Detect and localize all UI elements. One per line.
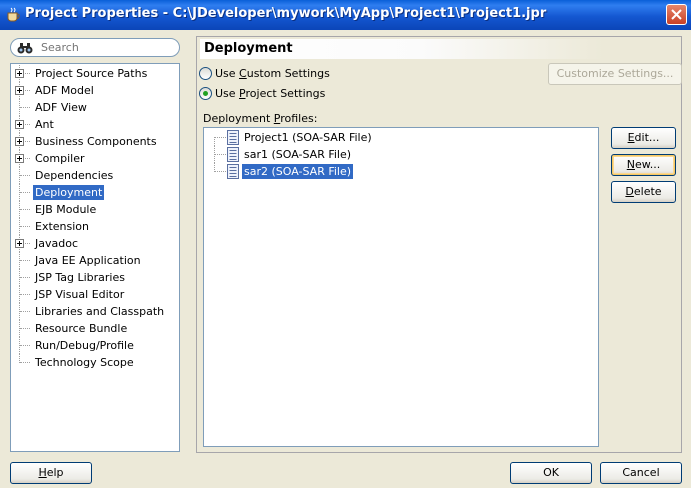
tree-connector <box>20 107 30 108</box>
deployment-profile-icon <box>227 130 239 145</box>
tree-connector <box>20 294 30 295</box>
deployment-profile-icon <box>227 147 239 162</box>
tree-item-technology-scope[interactable]: Technology Scope <box>11 354 179 371</box>
tree-item-label: Java EE Application <box>35 254 141 267</box>
expand-plus-icon[interactable] <box>15 69 24 78</box>
tree-item-ejb-module[interactable]: EJB Module <box>11 201 179 218</box>
window-title: Project Properties - C:\JDeveloper\mywor… <box>25 6 547 21</box>
deployment-profiles-list[interactable]: Project1 (SOA-SAR File) sar1 (SOA-SAR Fil… <box>203 127 599 447</box>
tree-item-jsp-visual-editor[interactable]: JSP Visual Editor <box>11 286 179 303</box>
tree-item-java-ee-application[interactable]: Java EE Application <box>11 252 179 269</box>
tree-connector <box>20 175 30 176</box>
deployment-profiles-label: Deployment Profiles: <box>203 112 318 125</box>
deployment-settings-panel: Deployment Use Custom Settings Use Proje… <box>196 36 682 453</box>
tree-item-resource-bundle[interactable]: Resource Bundle <box>11 320 179 337</box>
profile-item[interactable]: Project1 (SOA-SAR File) <box>204 129 504 146</box>
profile-label: Project1 (SOA-SAR File) <box>244 131 372 144</box>
tree-item-libraries-and-classpath[interactable]: Libraries and Classpath <box>11 303 179 320</box>
jdeveloper-app-icon <box>7 7 20 22</box>
tree-item-label: ADF Model <box>35 84 94 97</box>
tree-item-label: Resource Bundle <box>35 322 128 335</box>
tree-connector <box>20 209 30 210</box>
use-project-settings-radio[interactable]: Use Project Settings <box>199 86 399 102</box>
tree-item-ant[interactable]: Ant <box>11 116 179 133</box>
tree-item-label: Dependencies <box>35 169 114 182</box>
profile-label: sar1 (SOA-SAR File) <box>244 148 352 161</box>
tree-item-label: Libraries and Classpath <box>35 305 165 318</box>
tree-item-jsp-tag-libraries[interactable]: JSP Tag Libraries <box>11 269 179 286</box>
use-custom-settings-radio[interactable]: Use Custom Settings <box>199 66 399 82</box>
delete-profile-button[interactable]: Delete <box>611 181 676 203</box>
settings-category-tree[interactable]: Project Source Paths ADF Model ADF View Ant… <box>10 63 180 452</box>
profile-label: sar2 (SOA-SAR File) <box>242 164 354 179</box>
section-header: Deployment <box>200 39 604 59</box>
tree-item-javadoc[interactable]: Javadoc <box>11 235 179 252</box>
tree-item-compiler[interactable]: Compiler <box>11 150 179 167</box>
customize-settings-button[interactable]: Customize Settings... <box>548 63 682 85</box>
radio-button[interactable] <box>199 87 212 100</box>
expand-plus-icon[interactable] <box>15 86 24 95</box>
profile-item[interactable]: sar2 (SOA-SAR File) <box>204 163 504 180</box>
tree-connector <box>20 192 30 193</box>
tree-connector <box>215 137 226 138</box>
tree-item-label: JSP Tag Libraries <box>35 271 125 284</box>
tree-item-label: ADF View <box>35 101 87 114</box>
tree-item-adf-model[interactable]: ADF Model <box>11 82 179 99</box>
title-bar[interactable]: Project Properties - C:\JDeveloper\mywor… <box>0 0 691 30</box>
tree-connector <box>20 362 30 363</box>
page-title: Deployment <box>204 41 293 56</box>
tree-connector <box>214 137 215 146</box>
tree-item-project-source-paths[interactable]: Project Source Paths <box>11 65 179 82</box>
search-box[interactable] <box>10 38 180 57</box>
tree-item-deployment[interactable]: Deployment <box>11 184 179 201</box>
help-button[interactable]: Help <box>10 462 92 484</box>
tree-item-business-components[interactable]: Business Components <box>11 133 179 150</box>
tree-connector <box>20 345 30 346</box>
tree-item-label: Extension <box>35 220 90 233</box>
tree-item-label: Compiler <box>35 152 85 165</box>
tree-item-label: Deployment <box>33 185 105 200</box>
expand-plus-icon[interactable] <box>15 154 24 163</box>
radio-label: Use Project Settings <box>215 87 326 100</box>
deployment-profile-icon <box>227 164 239 179</box>
tree-connector <box>20 226 30 227</box>
new-profile-button[interactable]: New... <box>611 154 676 176</box>
profile-item[interactable]: sar1 (SOA-SAR File) <box>204 146 504 163</box>
tree-connector <box>215 171 226 172</box>
tree-connector <box>215 154 226 155</box>
tree-connector <box>20 260 30 261</box>
tree-item-label: JSP Visual Editor <box>35 288 125 301</box>
window-close-button[interactable] <box>666 4 687 25</box>
tree-item-dependencies[interactable]: Dependencies <box>11 167 179 184</box>
tree-item-extension[interactable]: Extension <box>11 218 179 235</box>
tree-item-label: Business Components <box>35 135 157 148</box>
tree-item-label: Technology Scope <box>35 356 134 369</box>
tree-item-label: Javadoc <box>35 237 78 250</box>
project-properties-dialog: Project Properties - C:\JDeveloper\mywor… <box>0 0 691 488</box>
expand-plus-icon[interactable] <box>15 137 24 146</box>
tree-item-label: Ant <box>35 118 54 131</box>
tree-item-label: EJB Module <box>35 203 97 216</box>
close-icon <box>671 9 682 20</box>
tree-item-label: Project Source Paths <box>35 67 148 80</box>
expand-plus-icon[interactable] <box>15 120 24 129</box>
expand-plus-icon[interactable] <box>15 239 24 248</box>
binoculars-icon <box>17 43 33 54</box>
radio-button[interactable] <box>199 67 212 80</box>
search-input[interactable] <box>41 40 173 55</box>
tree-connector <box>20 311 30 312</box>
edit-profile-button[interactable]: Edit... <box>611 127 676 149</box>
ok-button[interactable]: OK <box>510 462 592 484</box>
tree-connector <box>20 277 30 278</box>
tree-item-adf-view[interactable]: ADF View <box>11 99 179 116</box>
tree-item-run-debug-profile[interactable]: Run/Debug/Profile <box>11 337 179 354</box>
tree-item-label: Run/Debug/Profile <box>35 339 134 352</box>
radio-label: Use Custom Settings <box>215 67 330 80</box>
tree-connector <box>20 328 30 329</box>
cancel-button[interactable]: Cancel <box>600 462 682 484</box>
